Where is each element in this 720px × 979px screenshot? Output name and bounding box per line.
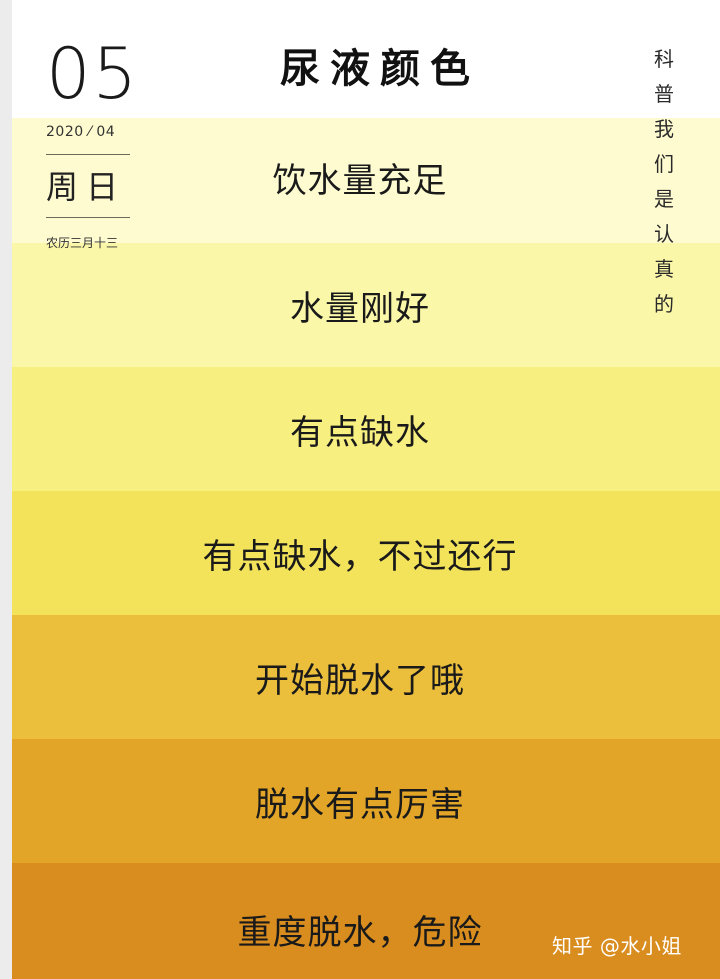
- lunar-date: 农历三月十三: [46, 236, 119, 250]
- slogan-char: 的: [654, 292, 674, 316]
- band-label: 饮水量充足: [272, 161, 448, 201]
- divider: [46, 217, 130, 218]
- band-label: 脱水有点厉害: [255, 784, 465, 825]
- slogan-char: 们: [654, 152, 674, 176]
- date-block: 05 2020 ⁄ 04 周日 农历三月十三: [46, 33, 140, 251]
- band-label: 水量刚好: [290, 288, 430, 329]
- slogan-char: 普: [654, 82, 674, 106]
- color-band-5: 开始脱水了哦: [0, 615, 720, 739]
- color-band-6: 脱水有点厉害: [0, 739, 720, 863]
- left-edge-strip: [0, 0, 12, 979]
- color-band-4: 有点缺水，不过还行: [0, 491, 720, 615]
- slogan-char: 认: [654, 222, 674, 246]
- slogan-char: 真: [654, 257, 674, 281]
- slogan-char: 我: [654, 117, 674, 141]
- watermark: 知乎 @水小姐: [552, 934, 682, 958]
- day-number: 05: [46, 33, 140, 115]
- weekday: 周日: [46, 168, 127, 206]
- band-label: 有点缺水: [290, 412, 430, 453]
- slogan-char: 科: [654, 47, 674, 71]
- vertical-slogan: 科 普 我 们 是 认 真 的: [644, 42, 684, 322]
- divider: [46, 154, 130, 155]
- color-band-3: 有点缺水: [0, 367, 720, 491]
- band-label: 开始脱水了哦: [255, 660, 465, 701]
- year-month: 2020 ⁄ 04: [46, 124, 116, 140]
- urine-color-chart: 饮水量充足 水量刚好 有点缺水 有点缺水，不过还行 开始脱水了哦 脱水有点厉害 …: [0, 0, 720, 979]
- color-band-7: 重度脱水，危险: [0, 863, 720, 979]
- slogan-char: 是: [654, 187, 674, 211]
- color-band-2: 水量刚好: [0, 243, 720, 367]
- band-label: 重度脱水，危险: [237, 912, 483, 953]
- page-title: 尿液颜色: [280, 46, 480, 92]
- band-label: 有点缺水，不过还行: [202, 536, 518, 577]
